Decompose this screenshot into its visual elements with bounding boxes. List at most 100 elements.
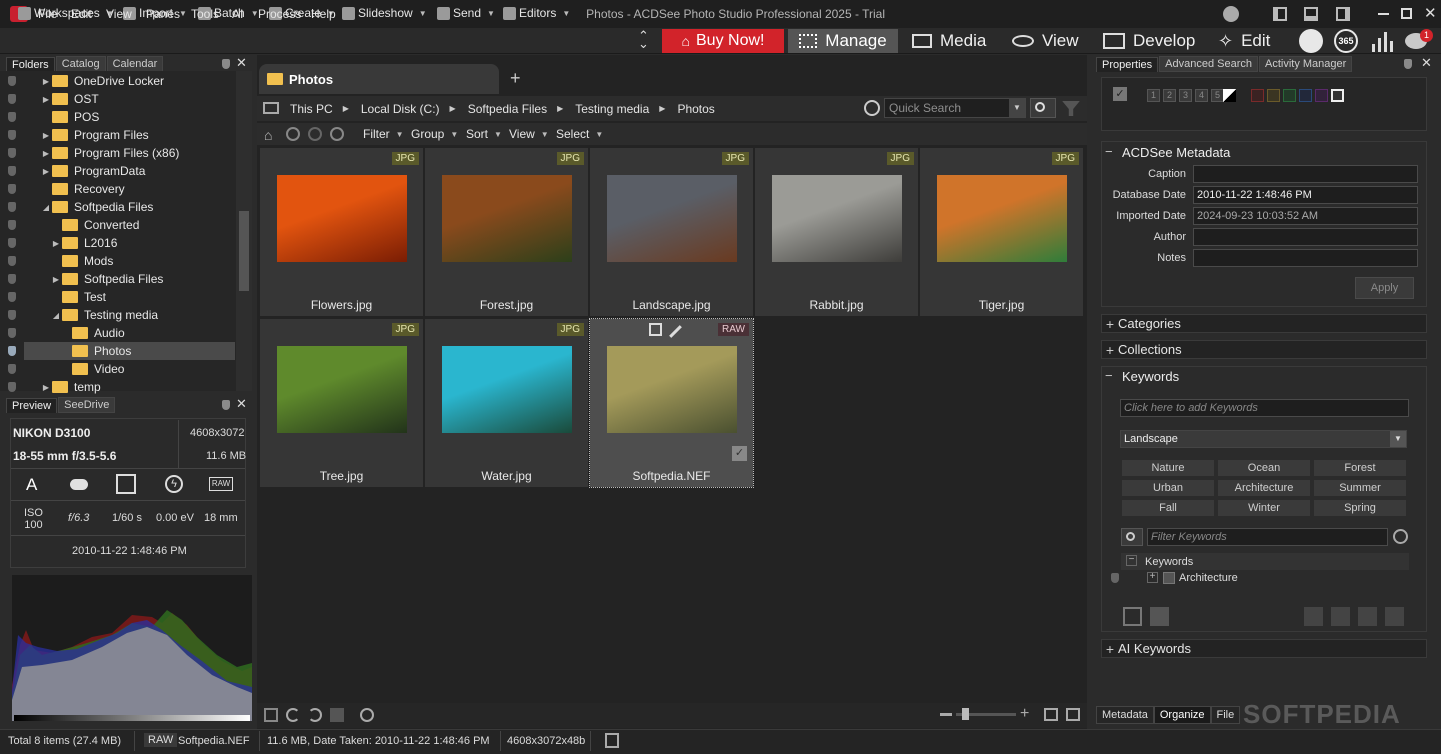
folder-item[interactable]: ▶ L2016: [50, 234, 117, 252]
view-menu[interactable]: View ▼: [509, 125, 549, 143]
menu-tools[interactable]: Tools: [191, 7, 219, 21]
thumbnail-view-icon[interactable]: [1044, 708, 1058, 721]
breadcrumb-item[interactable]: Local Disk (C:): [361, 102, 440, 116]
color-label-none[interactable]: [1331, 89, 1344, 102]
collapse-icon[interactable]: −: [1105, 368, 1113, 383]
color-label-blue[interactable]: [1299, 89, 1312, 102]
thumbnail-image[interactable]: [442, 175, 572, 262]
develop-mode-button[interactable]: Develop: [1103, 28, 1195, 54]
expand-arrow-icon[interactable]: ▶: [40, 131, 52, 140]
minimize-icon[interactable]: [1378, 13, 1389, 15]
keyword-add-icon[interactable]: [1304, 607, 1323, 626]
color-label-green[interactable]: [1283, 89, 1296, 102]
tab-activity-manager[interactable]: Activity Manager: [1258, 56, 1353, 72]
account-icon[interactable]: [1223, 6, 1239, 22]
metadata-field-input[interactable]: [1193, 228, 1418, 246]
apply-button[interactable]: Apply: [1355, 277, 1414, 299]
keyword-edit-icon[interactable]: [1358, 607, 1377, 626]
sort-menu[interactable]: Sort ▼: [466, 125, 502, 143]
breadcrumb-item[interactable]: This PC: [290, 102, 333, 116]
back-icon[interactable]: [286, 127, 300, 141]
search-button[interactable]: [1030, 98, 1056, 118]
group-menu[interactable]: Group ▼: [411, 125, 458, 143]
keyword-clean-icon[interactable]: [1150, 607, 1169, 626]
thumbnail-image[interactable]: [937, 175, 1067, 262]
slideshow-button[interactable]: Slideshow ▼: [342, 4, 427, 22]
folder-item[interactable]: ▶ temp: [40, 378, 101, 396]
metadata-field-input[interactable]: 2024-09-23 10:03:52 AM: [1193, 207, 1418, 225]
expand-arrow-icon[interactable]: ▶: [50, 275, 62, 284]
folder-item[interactable]: Audio: [60, 324, 125, 342]
breadcrumb-item[interactable]: Photos: [677, 102, 714, 116]
metadata-field-input[interactable]: [1193, 249, 1418, 267]
quick-keyword-button[interactable]: Spring: [1313, 499, 1407, 517]
quick-keyword-button[interactable]: Summer: [1313, 479, 1407, 497]
compare-icon[interactable]: [330, 708, 344, 722]
clear-rating-icon[interactable]: [1223, 89, 1236, 102]
expand-arrow-icon[interactable]: ▶: [40, 149, 52, 158]
thumbnail-image[interactable]: [607, 175, 737, 262]
expand-arrow-icon[interactable]: ▶: [40, 77, 52, 86]
color-label-red[interactable]: [1251, 89, 1264, 102]
rotate-right-icon[interactable]: [308, 708, 322, 722]
close-pane-icon[interactable]: ✕: [1421, 55, 1432, 71]
color-label-yellow[interactable]: [1267, 89, 1280, 102]
tab-photos[interactable]: Photos: [259, 64, 499, 94]
keyword-tree-item[interactable]: Architecture: [1179, 572, 1238, 584]
editors-button[interactable]: Editors ▼: [503, 4, 570, 22]
details-view-icon[interactable]: [1066, 708, 1080, 721]
folder-item[interactable]: POS: [40, 108, 99, 126]
folder-item[interactable]: ◢ Softpedia Files: [40, 198, 153, 216]
folder-item[interactable]: ▶ ProgramData: [40, 162, 145, 180]
collapse-icon[interactable]: −: [1126, 555, 1137, 566]
breadcrumb-item[interactable]: Softpedia Files: [468, 102, 547, 116]
folder-item[interactable]: Mods: [50, 252, 113, 270]
rating-1-box[interactable]: 1: [1147, 89, 1160, 102]
expand-arrow-icon[interactable]: ▶: [40, 167, 52, 176]
dashboard-chart-icon[interactable]: [1370, 30, 1394, 52]
layout-left-icon[interactable]: [1273, 7, 1287, 21]
status-info-icon[interactable]: [605, 733, 619, 748]
thumbnail-image[interactable]: [607, 346, 737, 433]
breadcrumb-item[interactable]: Testing media: [575, 102, 649, 116]
quick-search-input[interactable]: Quick Search ▼: [884, 98, 1026, 118]
zoom-in-icon[interactable]: +: [1020, 705, 1029, 723]
tab-catalog[interactable]: Catalog: [55, 56, 106, 72]
toolbar-overflow-icon[interactable]: ⌃ ⌄: [638, 29, 649, 50]
folder-tree-scrollbar[interactable]: [236, 71, 252, 391]
close-window-icon[interactable]: ✕: [1424, 4, 1437, 22]
add-tab-button[interactable]: +: [510, 68, 521, 89]
add-keywords-input[interactable]: Click here to add Keywords: [1120, 399, 1409, 417]
color-label-purple[interactable]: [1315, 89, 1328, 102]
thumbnail-card[interactable]: JPG Forest.jpg: [425, 148, 588, 316]
folder-item[interactable]: ▶ OneDrive Locker: [40, 72, 164, 90]
keyword-set-select[interactable]: Landscape ▼: [1120, 430, 1407, 448]
film-reel-icon[interactable]: [1299, 29, 1323, 53]
quick-keyword-button[interactable]: Forest: [1313, 459, 1407, 477]
tab-properties[interactable]: Properties: [1096, 57, 1159, 72]
zoom-slider[interactable]: [956, 708, 1016, 720]
select-menu[interactable]: Select ▼: [556, 125, 603, 143]
menu-ai[interactable]: AI: [232, 7, 243, 21]
thumbnail-image[interactable]: [277, 346, 407, 433]
expand-icon[interactable]: +: [1147, 572, 1158, 583]
edit-pencil-icon[interactable]: [669, 325, 682, 338]
media-mode-button[interactable]: Media: [912, 28, 986, 54]
tab-advanced-search[interactable]: Advanced Search: [1159, 56, 1258, 72]
tab-preview[interactable]: Preview: [6, 398, 58, 413]
menu-view[interactable]: View: [106, 7, 132, 21]
tab-metadata[interactable]: Metadata: [1096, 706, 1154, 724]
tab-file[interactable]: File: [1210, 706, 1241, 724]
collections-section-header[interactable]: + Collections: [1101, 340, 1427, 359]
manage-mode-button[interactable]: Manage: [788, 29, 898, 53]
up-level-icon[interactable]: [330, 127, 344, 141]
categories-section-header[interactable]: + Categories: [1101, 314, 1427, 333]
chevron-down-icon[interactable]: ▼: [1009, 99, 1025, 117]
thumbnail-card[interactable]: JPG Landscape.jpg: [590, 148, 753, 316]
refresh-icon[interactable]: [864, 100, 880, 116]
folder-item[interactable]: ▶ OST: [40, 90, 99, 108]
buy-now-button[interactable]: ⌂ Buy Now!: [662, 29, 784, 53]
select-checkbox-icon[interactable]: [649, 323, 662, 336]
layout-right-icon[interactable]: [1336, 7, 1350, 21]
workspaces-button[interactable]: Workspaces ▼: [18, 4, 114, 22]
